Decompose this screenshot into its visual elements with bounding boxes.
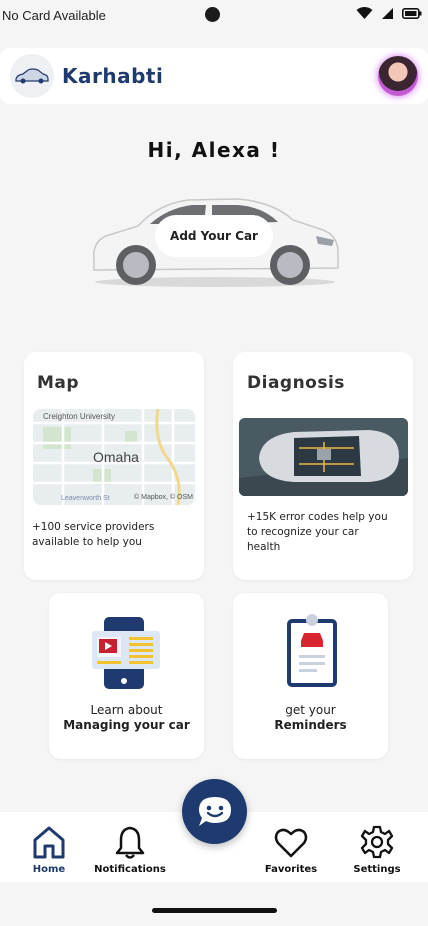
- diagnosis-card[interactable]: Diagnosis +15K error codes help you to r…: [233, 352, 413, 580]
- logo: [10, 54, 54, 98]
- map-card-title: Map: [37, 373, 80, 393]
- learn-line1: Learn about: [90, 703, 163, 717]
- diagnosis-card-desc: +15K error codes help you to recognize y…: [247, 510, 388, 555]
- status-icons: [356, 6, 422, 20]
- car-diagnosis-image: [239, 418, 408, 496]
- reminders-line2: Reminders: [274, 718, 347, 732]
- camera-cutout: [205, 7, 220, 22]
- battery-icon: [402, 7, 422, 19]
- map-desc-line1: +100 service providers: [32, 521, 155, 533]
- app-bar: Karhabti: [0, 48, 428, 104]
- add-car-button[interactable]: Add Your Car: [155, 215, 273, 257]
- map-top-label: Creighton University: [43, 412, 116, 421]
- chat-button[interactable]: [182, 779, 247, 844]
- carrier-label: No Card Available: [2, 7, 106, 23]
- nav-home-label: Home: [32, 864, 66, 875]
- diagnosis-preview: [239, 418, 408, 496]
- avatar[interactable]: [378, 56, 418, 96]
- gear-icon: [360, 825, 394, 859]
- clipboard-reminder-icon: [287, 614, 337, 687]
- app-brand: Karhabti: [62, 64, 164, 88]
- nav-notifications[interactable]: Notifications: [85, 824, 175, 875]
- nav-favorites[interactable]: Favorites: [246, 824, 336, 875]
- reminders-card[interactable]: get your Reminders: [233, 593, 388, 759]
- wifi-icon: [356, 6, 373, 20]
- nav-home[interactable]: Home: [4, 824, 94, 875]
- map-city-label: Omaha: [93, 449, 139, 465]
- reminders-card-text: get your Reminders: [233, 703, 388, 733]
- diagnosis-desc-line2: to recognize your car: [247, 526, 359, 538]
- heart-icon: [274, 828, 308, 858]
- map-desc-line2: available to help you: [32, 536, 142, 548]
- home-icon: [33, 826, 65, 859]
- learn-card-text: Learn about Managing your car: [49, 703, 204, 733]
- signal-icon: [382, 7, 393, 19]
- bell-icon: [115, 826, 145, 859]
- nav-settings[interactable]: Settings: [332, 824, 422, 875]
- map-card-desc: +100 service providers available to help…: [32, 520, 154, 550]
- map-attribution: © Mapbox, © OSM: [134, 494, 193, 501]
- phone-video-icon: [92, 617, 160, 689]
- learn-card[interactable]: Learn about Managing your car: [49, 593, 204, 759]
- diagnosis-desc-line1: +15K error codes help you: [247, 511, 388, 523]
- map-preview[interactable]: Creighton University Omaha Leavenworth S…: [33, 409, 195, 505]
- nav-settings-label: Settings: [353, 864, 401, 875]
- greeting-title: Hi, Alexa !: [147, 138, 281, 162]
- reminders-line1: get your: [285, 703, 336, 717]
- home-indicator: [152, 908, 277, 913]
- map-card[interactable]: Map Creighton University Omaha Leavenwor…: [24, 352, 204, 580]
- diagnosis-desc-line3: health: [247, 541, 281, 553]
- learn-line2: Managing your car: [63, 718, 190, 732]
- nav-favorites-label: Favorites: [264, 864, 318, 875]
- nav-notifications-label: Notifications: [94, 864, 166, 875]
- chat-bubble-icon: [198, 796, 231, 826]
- car-logo-icon: [15, 68, 49, 84]
- diagnosis-card-title: Diagnosis: [247, 373, 345, 393]
- map-street-label: Leavenworth St: [61, 495, 110, 502]
